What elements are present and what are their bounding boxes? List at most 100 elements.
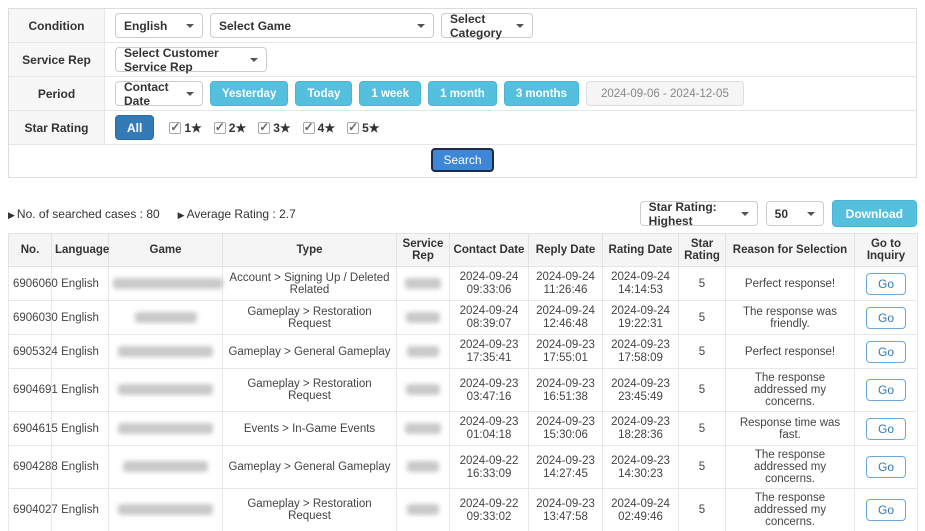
service-rep-row: Service Rep Select Customer Service Rep — [9, 43, 916, 77]
chevron-down-icon — [250, 58, 258, 62]
cell-rating-date: 2024-09-2402:49:46 — [603, 489, 679, 531]
cell-contact-date: 2024-09-2408:39:07 — [450, 301, 529, 335]
column-header: Reason for Selection — [726, 234, 855, 267]
go-to-inquiry-button[interactable]: Go — [866, 418, 906, 440]
cell-service-rep — [397, 267, 450, 301]
redacted-rep-text — [405, 278, 441, 289]
cell-contact-date: 2024-09-2301:04:18 — [450, 412, 529, 446]
cell-contact-date: 2024-09-2216:33:09 — [450, 446, 529, 489]
chevron-down-icon — [417, 24, 425, 28]
cell-game — [109, 412, 223, 446]
cell-reply-date: 2024-09-2315:30:06 — [529, 412, 603, 446]
table-row: 6904288 English Gameplay > General Gamep… — [9, 446, 918, 489]
period-quick-button[interactable]: 3 months — [504, 81, 579, 106]
cell-star-rating: 5 — [679, 301, 726, 335]
column-header: Go to Inquiry — [855, 234, 918, 267]
redacted-rep-text — [407, 461, 439, 472]
go-to-inquiry-button[interactable]: Go — [866, 456, 906, 478]
meta-bar: ▶No. of searched cases : 80 ▶Average Rat… — [8, 200, 917, 227]
checkbox-checked-icon[interactable] — [214, 122, 226, 134]
go-to-inquiry-button[interactable]: Go — [866, 307, 906, 329]
star-rating-option[interactable]: 5★ — [347, 121, 379, 135]
service-rep-select-value: Select Customer Service Rep — [124, 46, 244, 74]
cell-star-rating: 5 — [679, 267, 726, 301]
column-header: Rating Date — [603, 234, 679, 267]
cell-star-rating: 5 — [679, 369, 726, 412]
checkbox-checked-icon[interactable] — [169, 122, 181, 134]
cell-language: English — [52, 412, 109, 446]
average-rating: ▶Average Rating : 2.7 — [178, 207, 296, 221]
cell-rating-date: 2024-09-2317:58:09 — [603, 335, 679, 369]
period-quick-button[interactable]: Yesterday — [210, 81, 288, 106]
table-row: 6906060 English Account > Signing Up / D… — [9, 267, 918, 301]
cell-reason: The response was friendly. — [726, 301, 855, 335]
period-type-select[interactable]: Contact Date — [115, 81, 203, 106]
star-rating-options: 1★ 2★ 3★ 4★ 5★ — [169, 121, 391, 135]
cell-service-rep — [397, 335, 450, 369]
star-option-label: 3★ — [273, 121, 290, 135]
cell-type: Gameplay > Restoration Request — [223, 489, 397, 531]
game-select[interactable]: Select Game — [210, 13, 434, 38]
cell-rating-date: 2024-09-2318:28:36 — [603, 412, 679, 446]
download-button[interactable]: Download — [832, 200, 917, 227]
star-rating-option[interactable]: 1★ — [169, 121, 201, 135]
date-range-field[interactable]: 2024-09-06 - 2024-12-05 — [586, 81, 744, 106]
checkbox-checked-icon[interactable] — [303, 122, 315, 134]
star-rating-option[interactable]: 3★ — [258, 121, 290, 135]
category-select-value: Select Category — [450, 12, 508, 40]
star-rating-all-button[interactable]: All — [115, 115, 154, 140]
sort-select[interactable]: Star Rating: Highest — [640, 201, 758, 226]
go-to-inquiry-button[interactable]: Go — [866, 273, 906, 295]
period-quick-buttons: Yesterday Today 1 week 1 month 3 months — [210, 81, 579, 106]
redacted-rep-text — [405, 423, 441, 434]
redacted-rep-text — [406, 384, 440, 395]
chevron-down-icon — [516, 24, 524, 28]
table-row: 6904615 English Events > In-Game Events … — [9, 412, 918, 446]
table-row: 6905324 English Gameplay > General Gamep… — [9, 335, 918, 369]
language-select-value: English — [124, 19, 167, 33]
checkbox-checked-icon[interactable] — [258, 122, 270, 134]
table-header-row: No.LanguageGameTypeService RepContact Da… — [9, 234, 918, 267]
go-to-inquiry-button[interactable]: Go — [866, 379, 906, 401]
go-to-inquiry-button[interactable]: Go — [866, 341, 906, 363]
checkbox-checked-icon[interactable] — [347, 122, 359, 134]
service-rep-select[interactable]: Select Customer Service Rep — [115, 47, 267, 72]
period-quick-button[interactable]: 1 week — [359, 81, 421, 106]
cell-game — [109, 489, 223, 531]
redacted-rep-text — [407, 504, 439, 515]
redacted-rep-text — [407, 346, 439, 357]
redacted-game-text — [118, 346, 213, 357]
cell-reply-date: 2024-09-2411:26:46 — [529, 267, 603, 301]
cell-language: English — [52, 301, 109, 335]
redacted-rep-text — [406, 312, 440, 323]
cell-no: 6905324 — [9, 335, 52, 369]
chevron-down-icon — [186, 24, 194, 28]
redacted-game-text — [113, 278, 223, 289]
cell-contact-date: 2024-09-2303:47:16 — [450, 369, 529, 412]
redacted-game-text — [135, 312, 197, 323]
cell-service-rep — [397, 446, 450, 489]
cell-language: English — [52, 446, 109, 489]
cell-no: 6904027 — [9, 489, 52, 531]
category-select[interactable]: Select Category — [441, 13, 533, 38]
chevron-down-icon — [186, 92, 194, 96]
search-button[interactable]: Search — [431, 148, 493, 172]
period-quick-button[interactable]: Today — [295, 81, 352, 106]
cell-rating-date: 2024-09-2414:14:53 — [603, 267, 679, 301]
period-quick-button[interactable]: 1 month — [428, 81, 497, 106]
table-row: 6904027 English Gameplay > Restoration R… — [9, 489, 918, 531]
cell-go: Go — [855, 369, 918, 412]
column-header: Service Rep — [397, 234, 450, 267]
cell-reason: Perfect response! — [726, 335, 855, 369]
star-rating-option[interactable]: 2★ — [214, 121, 246, 135]
cell-reason: Perfect response! — [726, 267, 855, 301]
cell-language: English — [52, 335, 109, 369]
cell-reason: The response addressed my concerns. — [726, 369, 855, 412]
cell-star-rating: 5 — [679, 489, 726, 531]
language-select[interactable]: English — [115, 13, 203, 38]
column-header: Reply Date — [529, 234, 603, 267]
go-to-inquiry-button[interactable]: Go — [866, 499, 906, 521]
star-rating-row: Star Rating All 1★2★3★4★5★ — [9, 111, 916, 145]
page-size-select[interactable]: 50 — [766, 201, 824, 226]
star-rating-option[interactable]: 4★ — [303, 121, 335, 135]
